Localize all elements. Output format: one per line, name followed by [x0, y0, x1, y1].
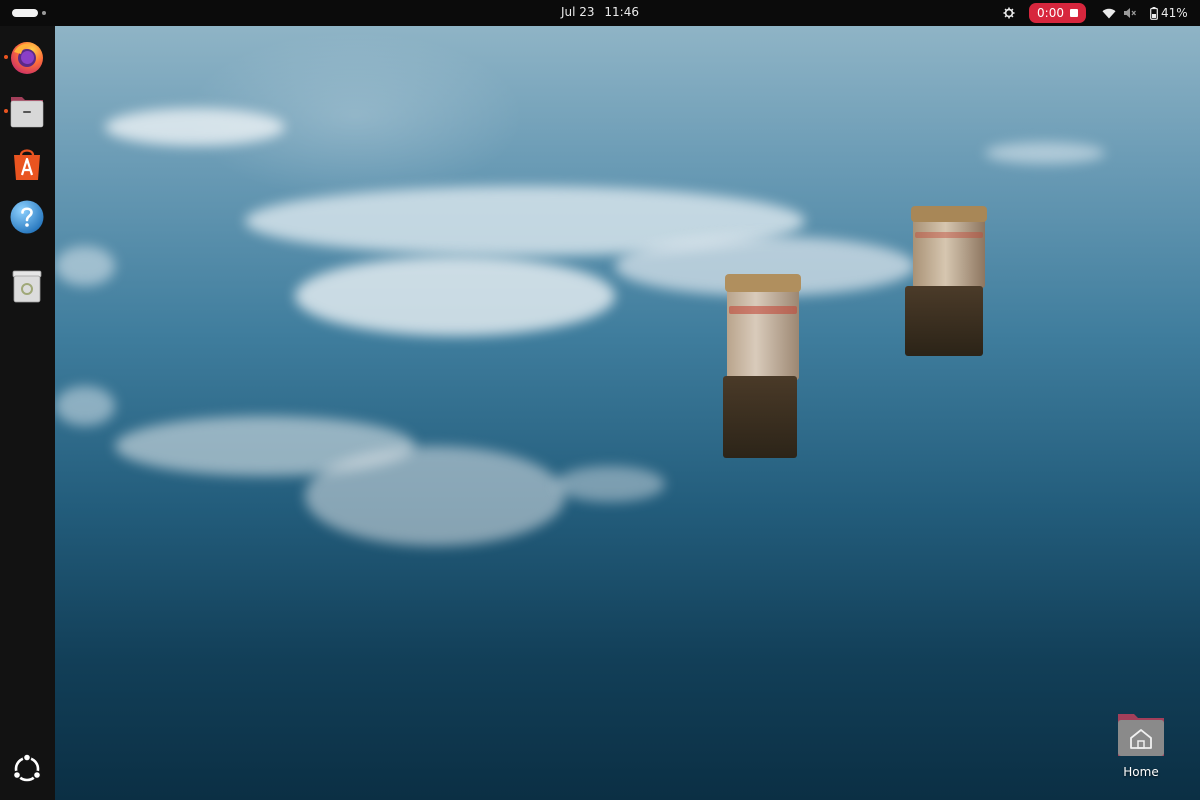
desktop-home-folder[interactable]: Home — [1114, 712, 1168, 779]
screen-recording-indicator[interactable]: 0:00 — [1029, 0, 1086, 26]
stop-recording-icon[interactable] — [1069, 9, 1078, 17]
post-band — [729, 306, 797, 314]
post-band — [915, 232, 983, 238]
post-reflection — [905, 286, 983, 356]
battery-indicator[interactable]: 41% — [1150, 0, 1200, 26]
cloud-reflection — [305, 446, 565, 546]
battery-icon — [1150, 6, 1158, 20]
files-icon — [10, 97, 44, 128]
dock-item-trash[interactable] — [8, 267, 46, 305]
volume-muted-icon[interactable] — [1122, 0, 1138, 26]
cloud-reflection — [555, 466, 665, 502]
wooden-post — [727, 280, 799, 380]
clock-date: Jul 23 — [561, 5, 595, 19]
cloud-reflection — [985, 142, 1105, 164]
cloud-reflection — [105, 108, 285, 146]
settings-gear-icon[interactable] — [1001, 0, 1017, 26]
dock-item-firefox[interactable] — [4, 38, 46, 76]
top-panel: Jul 23 11:46 0:00 41% — [0, 0, 1200, 26]
post-reflection — [723, 376, 797, 458]
post-cap — [725, 274, 801, 292]
cloud-reflection — [295, 256, 615, 336]
running-indicator — [4, 55, 8, 59]
help-icon — [10, 200, 44, 234]
wifi-icon[interactable] — [1100, 0, 1118, 26]
desktop-wallpaper — [55, 26, 1200, 800]
dock-item-help[interactable] — [8, 198, 46, 236]
home-folder-icon — [1118, 714, 1164, 756]
recording-timer: 0:00 — [1037, 6, 1064, 20]
clock[interactable]: Jul 23 11:46 — [0, 5, 1200, 19]
cloud-reflection — [55, 386, 115, 426]
cloud-reflection — [55, 246, 115, 286]
trash-icon — [12, 270, 42, 303]
ubuntu-logo-icon — [12, 754, 42, 782]
running-indicator — [4, 109, 8, 113]
firefox-icon — [11, 42, 43, 74]
show-apps-button[interactable] — [8, 750, 46, 788]
post-cap — [911, 206, 987, 222]
desktop-icon-label: Home — [1123, 765, 1159, 779]
app-center-icon — [14, 149, 40, 180]
clock-time: 11:46 — [604, 5, 639, 19]
dock-item-app-center[interactable] — [8, 145, 46, 183]
battery-percent: 41% — [1161, 6, 1188, 20]
dock-item-files[interactable] — [4, 92, 46, 130]
dock — [0, 26, 55, 800]
